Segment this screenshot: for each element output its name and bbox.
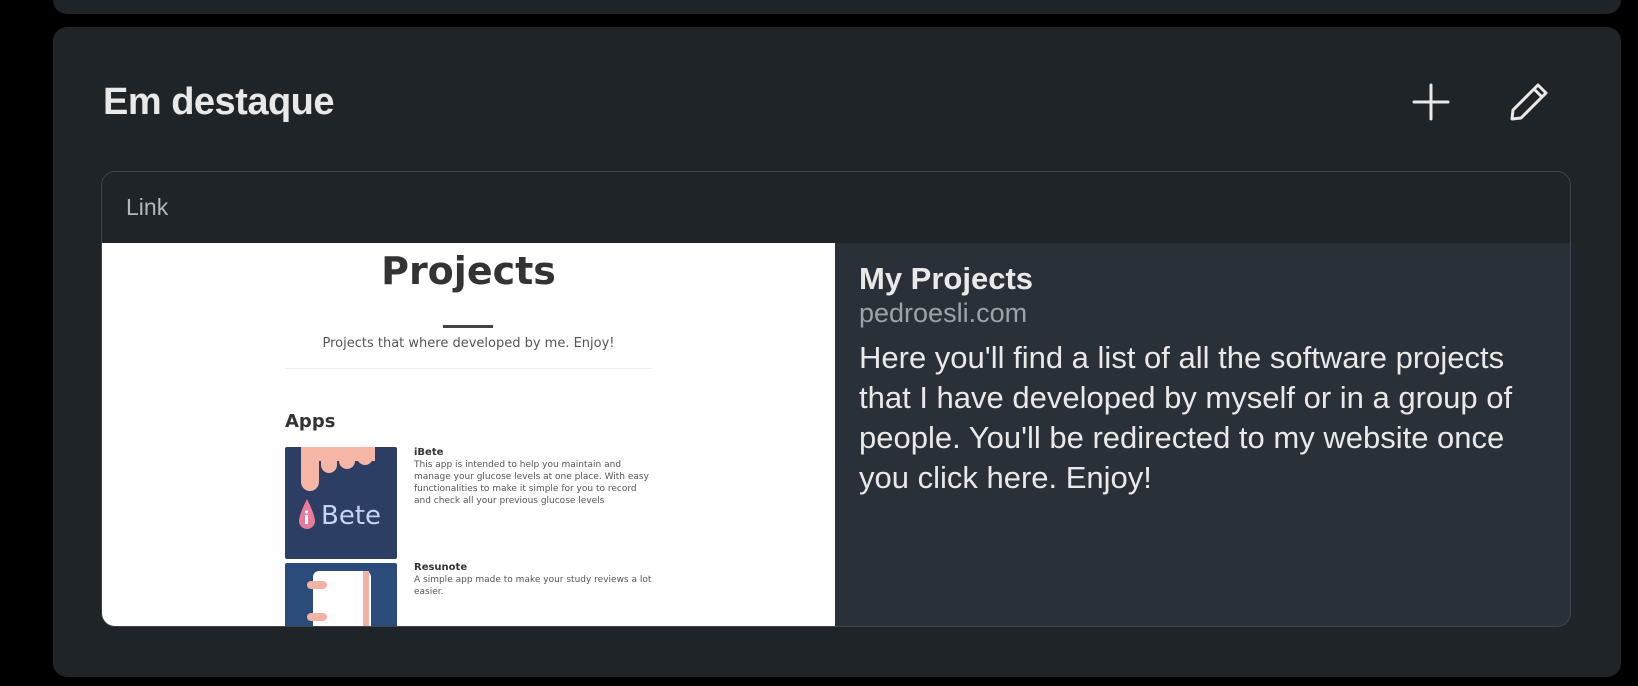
pencil-icon [1510,83,1548,121]
thumbnail-subtitle: Projects that where developed by me. Enj… [322,336,615,351]
thumbnail-divider [285,368,652,369]
app-name: iBete [414,447,444,458]
app-name: Resunote [414,562,468,573]
section-header: Em destaque [103,77,1553,127]
link-info-panel: My Projects pedroesli.com Here you'll fi… [835,243,1570,626]
resunote-app-icon [285,563,397,626]
ibete-app-icon: Bete [285,447,397,559]
app-description: This app is intended to help you maintai… [414,460,649,506]
link-title: My Projects [859,261,1034,296]
previous-section-card [53,0,1621,14]
thumbnail-rule [443,325,493,328]
featured-link-card[interactable]: Link Projects Projects that where develo… [101,171,1571,627]
item-type-label: Link [126,194,169,220]
app-description: A simple app made to make your study rev… [414,575,652,597]
ibete-logo-text: Bete [321,501,382,531]
thumbnail-title: Projects [381,249,556,293]
link-thumbnail: Projects Projects that where developed b… [102,243,835,626]
thumbnail-section-label: Apps [285,411,336,432]
featured-section: Em destaque Link Projects Projects that … [53,27,1621,677]
link-description: Here you'll find a list of all the softw… [859,340,1513,495]
edit-featured-button[interactable] [1505,78,1553,126]
item-body: Projects Projects that where developed b… [102,243,1570,626]
header-actions [1407,78,1553,126]
plus-icon [1412,83,1450,121]
add-featured-button[interactable] [1407,78,1455,126]
section-title: Em destaque [103,80,335,123]
link-domain: pedroesli.com [859,298,1028,328]
